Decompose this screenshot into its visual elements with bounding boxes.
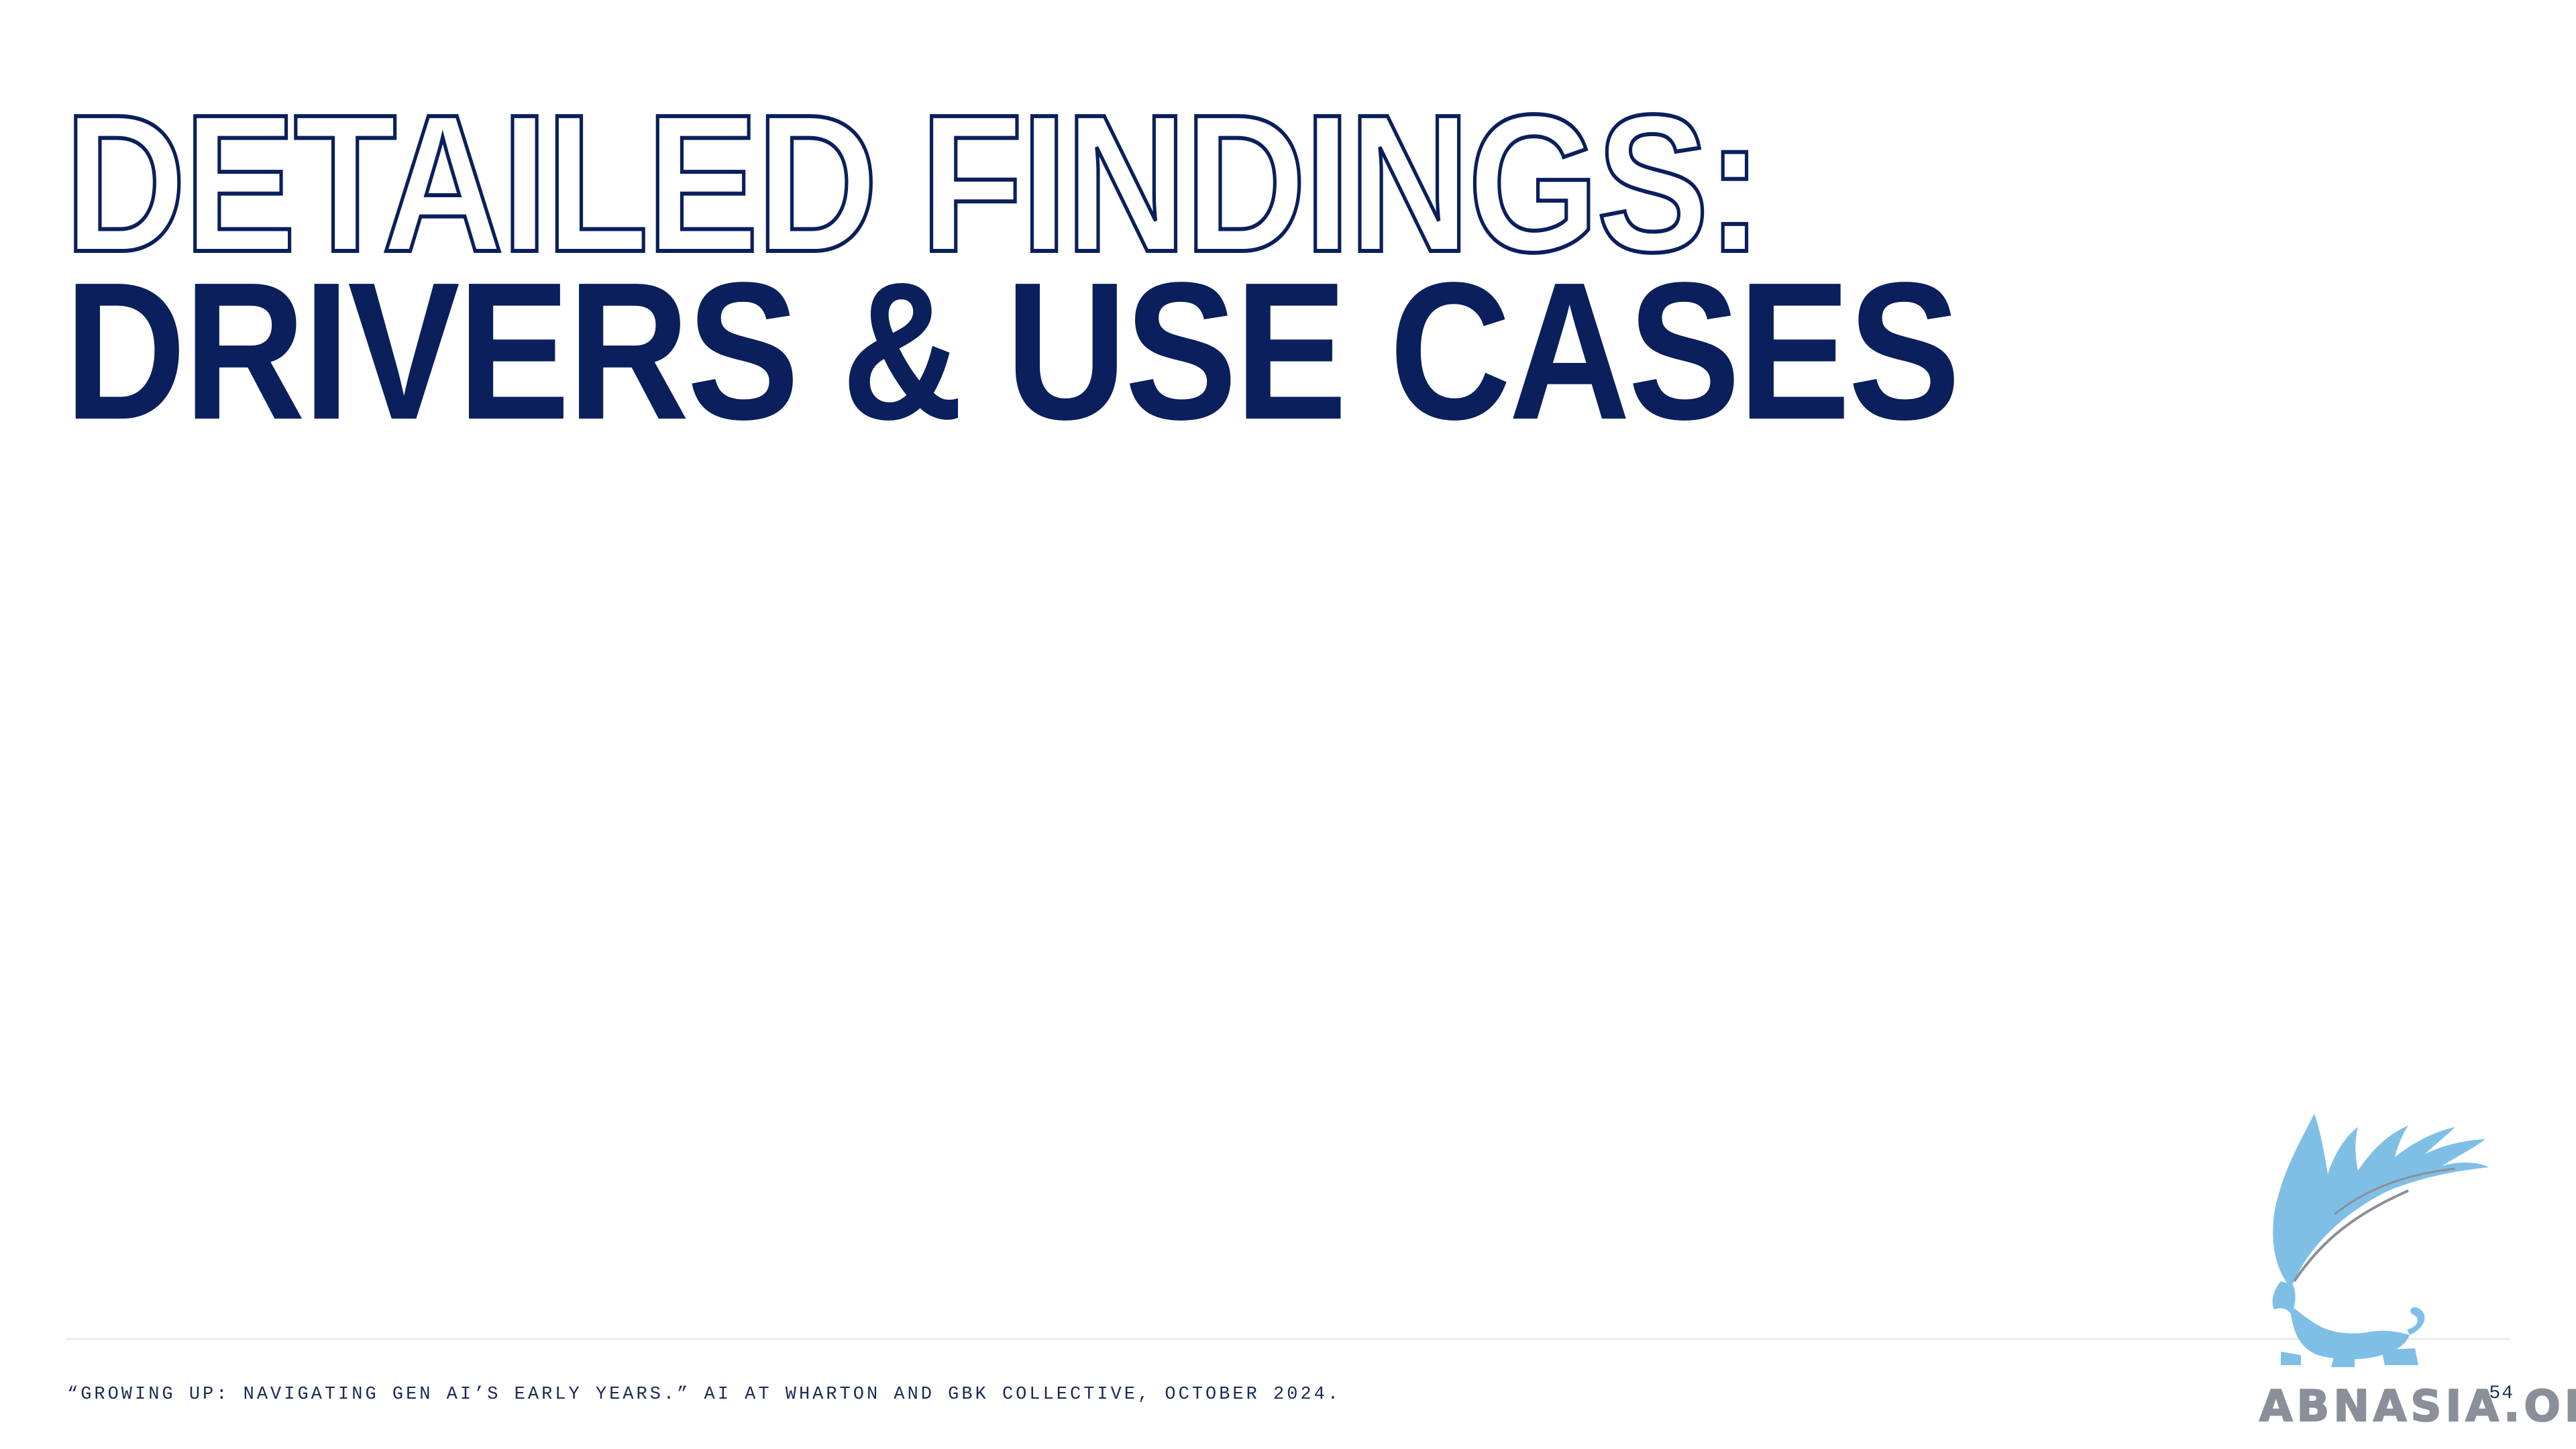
- watermark-logo: ABNASIA.ORG: [2254, 1114, 2576, 1449]
- footer-citation: “GROWING UP: NAVIGATING GEN AI’S EARLY Y…: [67, 1385, 1342, 1405]
- title-solid-line: DRIVERS & USE CASES: [64, 241, 1961, 460]
- tail-shape: [2407, 1307, 2425, 1335]
- griffin-icon: [2272, 1114, 2489, 1367]
- slide-title: DETAILED FINDINGS: DRIVERS & USE CASES: [62, 83, 1961, 460]
- watermark-text: ABNASIA.ORG: [2259, 1381, 2576, 1432]
- footer-divider: [66, 1338, 2510, 1340]
- leg-shape: [2331, 1355, 2355, 1367]
- head-shape: [2272, 1281, 2296, 1315]
- wing-shape: [2273, 1114, 2489, 1288]
- leg-shape: [2381, 1348, 2418, 1365]
- leg-shape: [2281, 1352, 2301, 1365]
- slide: DETAILED FINDINGS: DRIVERS & USE CASES “…: [0, 0, 2576, 1449]
